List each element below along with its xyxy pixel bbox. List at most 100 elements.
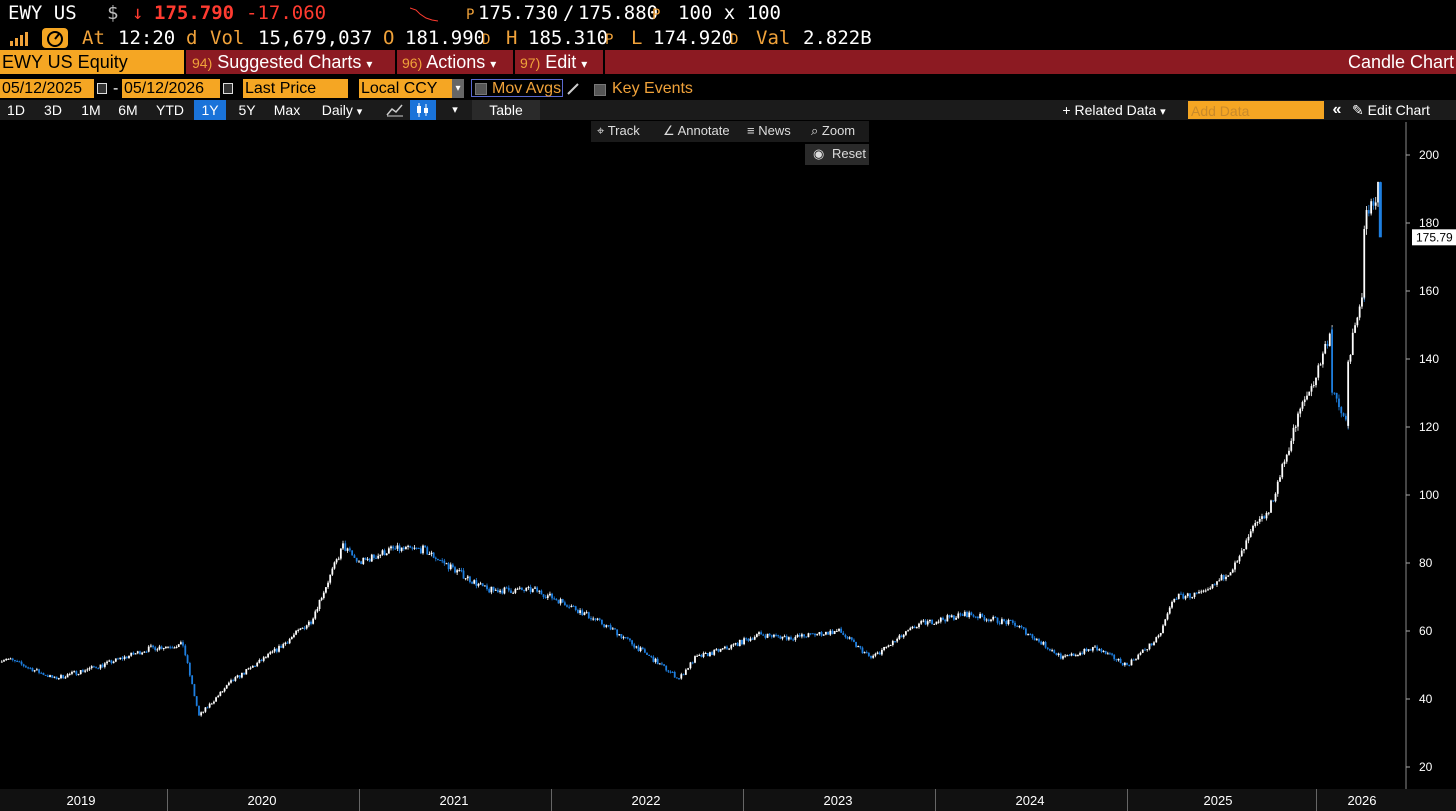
candle-body <box>883 647 885 650</box>
candle-body <box>1085 648 1088 651</box>
candle-body <box>1227 575 1230 577</box>
candle-body <box>0 661 3 663</box>
candle-body <box>838 628 840 631</box>
candle-body <box>152 645 154 648</box>
related-data-menu[interactable]: + Related Data ▾ <box>1052 100 1176 120</box>
y-tick-label: 80 <box>1419 556 1433 570</box>
collapse-double-chevron-icon[interactable]: « <box>1328 100 1346 120</box>
period-1y-button[interactable]: 1Y <box>194 100 226 120</box>
candle-body <box>112 661 115 664</box>
calendar-icon[interactable] <box>223 83 233 94</box>
candle-body <box>611 628 614 630</box>
actions-menu[interactable]: 96) Actions ▾ <box>402 50 496 74</box>
candle-body <box>1222 575 1225 580</box>
candle-body <box>656 658 659 665</box>
candle-body <box>1055 653 1058 656</box>
candle-body <box>531 588 534 592</box>
candle-body <box>400 547 403 551</box>
candle-body <box>979 613 981 619</box>
candle-body <box>972 615 975 617</box>
candle-body <box>1361 297 1363 307</box>
security-field[interactable]: EWY US Equity <box>0 50 184 74</box>
candle-body <box>607 625 610 627</box>
candle-body <box>171 647 174 649</box>
candle-body <box>1135 659 1137 661</box>
period-max-button[interactable]: Max <box>268 100 306 120</box>
candle-body <box>998 622 1001 624</box>
currency-select[interactable]: Local CCY <box>359 79 452 98</box>
candle-body <box>1070 653 1073 656</box>
candle-body <box>458 570 461 572</box>
candle-body <box>206 707 209 709</box>
candle-body <box>60 675 62 679</box>
candle-body <box>57 678 60 680</box>
table-button[interactable]: Table <box>472 100 540 120</box>
period-1d-button[interactable]: 1D <box>2 100 30 120</box>
candle-body <box>1245 540 1248 550</box>
candle-body <box>911 626 914 629</box>
edit-menu[interactable]: 97) Edit ▾ <box>520 50 587 74</box>
period-1m-button[interactable]: 1M <box>76 100 106 120</box>
candle-body <box>579 610 581 614</box>
candlestick-chart-icon[interactable] <box>410 100 436 120</box>
candle-body <box>603 624 605 627</box>
candle-body <box>990 619 992 622</box>
frequency-select[interactable]: Daily ▾ <box>312 100 372 120</box>
field-select[interactable]: Last Price <box>243 79 348 98</box>
candle-body <box>471 582 473 584</box>
candle-body <box>741 639 743 645</box>
candle-body <box>227 682 230 686</box>
calendar-icon[interactable] <box>97 83 107 94</box>
chart-style-dropdown-icon[interactable]: ▾ <box>446 100 464 120</box>
key-events-checkbox[interactable] <box>594 84 606 96</box>
candle-body <box>234 677 237 681</box>
suggested-charts-menu[interactable]: 94) Suggested Charts ▾ <box>192 50 372 74</box>
last-candle <box>1378 182 1382 238</box>
period-5y-button[interactable]: 5Y <box>232 100 262 120</box>
edit-chart-button[interactable]: ✎ Edit Chart <box>1352 100 1456 120</box>
candle-body <box>494 589 497 591</box>
candle-body <box>738 639 741 647</box>
line-chart-icon[interactable] <box>386 103 404 117</box>
candle-body <box>310 621 312 624</box>
end-date-input[interactable]: 05/12/2026 <box>122 79 220 98</box>
start-date-input[interactable]: 05/12/2025 <box>0 79 94 98</box>
price-chart[interactable]: 20 40 60 80 100 120 140 160 180 200 175.79 <box>0 122 1456 789</box>
candle-body <box>339 548 342 559</box>
candle-body <box>51 675 54 678</box>
candle-body <box>1005 620 1008 625</box>
candle-body <box>1317 365 1320 378</box>
period-ytd-button[interactable]: YTD <box>151 100 189 120</box>
mov-avgs-toggle[interactable]: Mov Avgs <box>471 79 563 97</box>
candle-body <box>114 658 117 662</box>
candle-body <box>723 646 726 649</box>
caret-down-icon: ▾ <box>1160 106 1166 118</box>
candle-body <box>1189 593 1191 598</box>
candle-body <box>1137 654 1140 660</box>
period-3d-button[interactable]: 3D <box>38 100 68 120</box>
candle-body <box>809 633 812 635</box>
candle-body <box>805 636 808 638</box>
period-6m-button[interactable]: 6M <box>113 100 143 120</box>
candle-body <box>527 586 530 588</box>
candle-body <box>368 558 371 562</box>
candle-body <box>620 634 623 638</box>
candle-body <box>432 552 435 558</box>
candle-body <box>665 665 668 671</box>
add-data-input[interactable]: Add Data <box>1188 101 1324 119</box>
pencil-icon[interactable] <box>566 82 580 96</box>
candle-body <box>1053 650 1056 654</box>
x-axis-year-separator <box>551 789 552 811</box>
candle-body <box>648 654 651 656</box>
quote-line: EWY US $ ↓ 175.790 -17.060 P 175.730 / 1… <box>0 0 1456 26</box>
currency-dropdown-icon[interactable]: ▾ <box>452 79 464 98</box>
candle-body <box>66 674 69 678</box>
mov-avgs-checkbox[interactable] <box>475 83 487 95</box>
candle-body <box>861 647 864 654</box>
candle-body <box>200 712 203 716</box>
candle-body <box>831 630 834 634</box>
key-events-label[interactable]: Key Events <box>612 78 693 100</box>
speedometer-icon[interactable] <box>42 28 68 48</box>
candle-body <box>223 688 226 692</box>
candle-body <box>479 583 482 585</box>
